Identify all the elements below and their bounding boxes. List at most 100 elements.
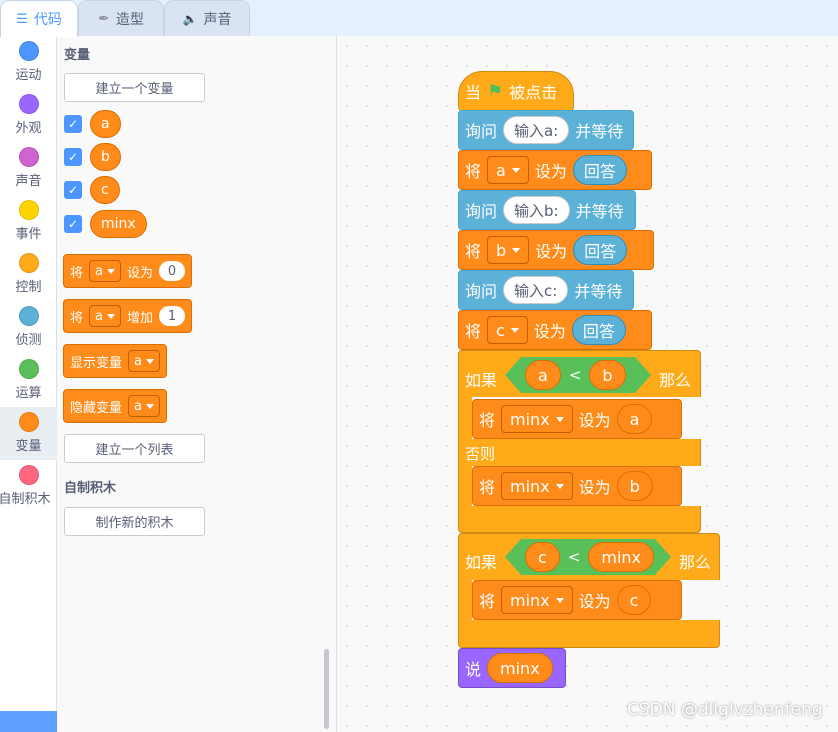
tab-sounds-label: 声音 (203, 11, 232, 28)
variable-reporter[interactable]: a (616, 404, 653, 434)
ask-block[interactable]: 询问 输入c: 并等待 (458, 270, 634, 310)
variable-reporter[interactable]: minx (588, 542, 654, 572)
motion-icon (18, 41, 39, 61)
variable-dropdown[interactable]: minx (501, 405, 573, 433)
value-input[interactable]: 1 (159, 306, 185, 326)
less-than-operator[interactable]: a < b (505, 357, 651, 393)
category-variables[interactable]: 变量 (0, 407, 57, 460)
scratch-editor: ☰ 代码 ✒ 造型 🔈 声音 运动 外观 声音 事件 控制 侦测 运算 变量 自… (0, 0, 838, 732)
ask-block[interactable]: 询问 输入b: 并等待 (458, 190, 636, 230)
set-variable-block[interactable]: 将 b 设为 回答 (458, 230, 654, 270)
show-variable-block[interactable]: 显示变量 a (63, 344, 167, 378)
variable-dropdown[interactable]: a (128, 350, 160, 372)
block-label: 将 (479, 478, 496, 497)
set-variable-block[interactable]: 将 a 设为 0 (63, 254, 192, 288)
make-block-button[interactable]: 制作新的积木 (64, 507, 205, 536)
script-area[interactable]: 当 ⚑ 被点击 询问 输入a: 并等待 将 a 设为 回答 询问 输入b: 并等… (337, 36, 838, 732)
dropdown-caret-icon (555, 416, 564, 422)
change-variable-block[interactable]: 将 a 增加 1 (63, 299, 192, 333)
category-events[interactable]: 事件 (0, 195, 57, 248)
variable-reporter[interactable]: c (616, 585, 652, 615)
category-menu: 运动 外观 声音 事件 控制 侦测 运算 变量 自制积木 (0, 36, 57, 732)
category-label: 声音 (15, 174, 42, 189)
checkbox-icon[interactable]: ✓ (64, 181, 82, 199)
answer-reporter[interactable]: 回答 (573, 235, 628, 265)
hat-pre-label: 当 (465, 83, 482, 102)
category-operators[interactable]: 运算 (0, 354, 57, 407)
less-than-operator[interactable]: c < minx (505, 539, 671, 575)
variable-dropdown[interactable]: minx (501, 586, 573, 614)
block-label: 将 (479, 592, 496, 611)
variable-reporter[interactable]: a (525, 360, 561, 390)
variable-dropdown[interactable]: a (487, 156, 529, 184)
ask-text-input[interactable]: 输入a: (503, 116, 570, 144)
when-flag-clicked-block[interactable]: 当 ⚑ 被点击 (458, 71, 574, 111)
tab-sounds[interactable]: 🔈 声音 (164, 0, 250, 36)
dropdown-caret-icon (555, 483, 564, 489)
variable-dropdown[interactable]: a (89, 260, 121, 282)
brush-icon: ✒ (98, 10, 110, 27)
variable-dropdown[interactable]: b (487, 236, 530, 264)
variable-row-c: ✓ c (64, 176, 120, 204)
set-variable-block[interactable]: 将 minx 设为 a (472, 399, 682, 439)
variables-section-title: 变量 (64, 48, 91, 63)
block-verb: 设为 (533, 322, 566, 341)
category-label: 外观 (15, 121, 42, 136)
tab-costumes[interactable]: ✒ 造型 (78, 0, 164, 36)
variable-reporter[interactable]: minx (90, 210, 147, 238)
variable-reporter[interactable]: c (525, 542, 560, 572)
operator-symbol: < (568, 366, 582, 384)
ask-text-input[interactable]: 输入c: (503, 276, 569, 304)
block-label: 询问 (465, 282, 498, 301)
block-verb: 设为 (578, 411, 611, 430)
variable-dropdown[interactable]: a (89, 305, 121, 327)
dropdown-caret-icon (145, 358, 154, 364)
category-sensing[interactable]: 侦测 (0, 301, 57, 354)
sensing-icon (18, 306, 39, 326)
variable-reporter[interactable]: a (90, 110, 121, 138)
category-control[interactable]: 控制 (0, 248, 57, 301)
block-palette: 变量 建立一个变量 ✓ a ✓ b ✓ c ✓ minx 将 a 设为 0 将 … (57, 36, 337, 732)
make-variable-button[interactable]: 建立一个变量 (64, 73, 205, 102)
variables-icon (18, 412, 39, 432)
extension-button[interactable] (0, 711, 57, 732)
say-block[interactable]: 说 minx (458, 648, 566, 688)
block-label: 将 (465, 162, 482, 181)
dropdown-caret-icon (555, 597, 564, 603)
palette-scrollbar[interactable] (324, 649, 329, 729)
checkbox-icon[interactable]: ✓ (64, 148, 82, 166)
answer-reporter[interactable]: 回答 (572, 155, 627, 185)
variable-reporter[interactable]: b (616, 471, 653, 501)
answer-reporter[interactable]: 回答 (571, 315, 626, 345)
block-post-label: 并等待 (575, 122, 624, 141)
category-sound[interactable]: 声音 (0, 142, 57, 195)
looks-icon (18, 94, 39, 114)
set-variable-block[interactable]: 将 minx 设为 c (472, 580, 682, 620)
category-looks[interactable]: 外观 (0, 89, 57, 142)
variable-dropdown[interactable]: c (487, 316, 528, 344)
checkbox-icon[interactable]: ✓ (64, 215, 82, 233)
variable-reporter[interactable]: b (90, 143, 121, 171)
ask-block[interactable]: 询问 输入a: 并等待 (458, 110, 634, 150)
ask-text-input[interactable]: 输入b: (503, 196, 570, 224)
make-list-button[interactable]: 建立一个列表 (64, 434, 205, 463)
checkbox-icon[interactable]: ✓ (64, 115, 82, 133)
variable-reporter[interactable]: c (90, 176, 120, 204)
hat-post-label: 被点击 (509, 83, 558, 102)
tab-code[interactable]: ☰ 代码 (0, 0, 78, 37)
category-label: 运动 (15, 68, 42, 83)
variable-dropdown[interactable]: a (128, 395, 160, 417)
hide-variable-block[interactable]: 隐藏变量 a (63, 389, 167, 423)
tab-costumes-label: 造型 (115, 11, 144, 28)
variable-dropdown[interactable]: minx (501, 472, 573, 500)
variable-reporter[interactable]: minx (487, 653, 553, 683)
set-variable-block[interactable]: 将 minx 设为 b (472, 466, 682, 506)
category-motion[interactable]: 运动 (0, 36, 57, 89)
set-variable-block[interactable]: 将 a 设为 回答 (458, 150, 652, 190)
category-myblocks[interactable]: 自制积木 (0, 460, 57, 513)
category-label: 控制 (15, 280, 42, 295)
category-label: 事件 (15, 227, 42, 242)
variable-reporter[interactable]: b (589, 360, 625, 390)
set-variable-block[interactable]: 将 c 设为 回答 (458, 310, 652, 350)
value-input[interactable]: 0 (159, 261, 185, 281)
